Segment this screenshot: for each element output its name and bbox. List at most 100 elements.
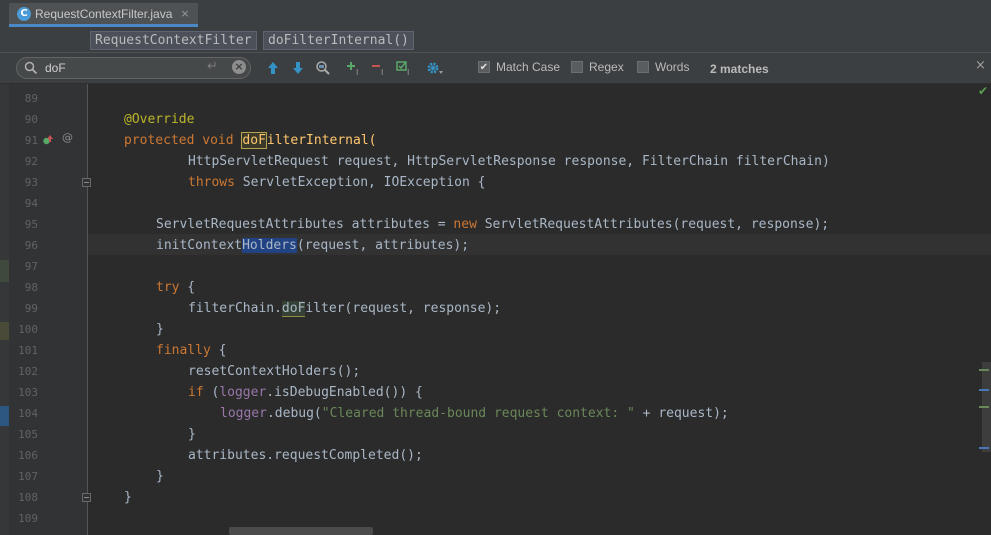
match-case-label: Match Case [496,60,561,74]
code-line-96: initContextHolders(request, attributes); [92,235,469,256]
code-line-105: } [92,424,196,445]
code-text: { [210,343,227,358]
line-number: 96 [24,239,38,252]
search-match: doF [281,301,306,317]
breadcrumb: RequestContextFilter doFilterInternal() [0,28,991,52]
line-number: 103 [18,386,38,399]
next-occurrence-icon[interactable] [289,59,307,77]
override-icon[interactable] [42,134,54,146]
code-text: filterChain. [188,301,282,316]
regex-checkbox[interactable] [571,61,583,73]
find-bar: ↵ × I I I [0,52,991,84]
field-reference: logger [219,385,267,400]
error-stripe-mark[interactable] [979,369,989,371]
code-text: resetContextHolders(); [188,364,361,379]
code-text: ServletException, IOException { [234,175,486,190]
match-case-checkbox[interactable]: ✔ [478,61,490,73]
enter-icon: ↵ [207,59,218,74]
search-icon[interactable] [24,61,38,75]
keyword: throws [188,175,235,190]
code-line-99: filterChain.doFilter(request, response); [92,298,501,319]
tool-strip-mark [0,322,9,340]
line-number: 95 [24,218,38,231]
search-match-current: doF [241,132,267,149]
regex-option[interactable]: Regex [571,60,624,74]
code-line-90: @Override [92,109,194,130]
line-number: 101 [18,344,38,357]
line-number: 92 [24,155,38,168]
line-number: 107 [18,470,38,483]
line-number: 106 [18,449,38,462]
fold-marker[interactable] [82,178,91,187]
code-line-101: finally { [92,340,226,361]
code-text: (request, attributes); [296,238,470,253]
tab-request-context-filter[interactable]: C RequestContextFilter.java × [9,3,198,27]
inspection-ok-icon[interactable]: ✔ [978,84,988,98]
text-selection: Holders [242,238,297,253]
code-editor[interactable]: 89 90 91 92 93 94 95 96 97 98 99 100 101… [0,84,991,535]
fold-marker[interactable] [82,493,91,502]
search-input[interactable] [45,60,205,76]
error-stripe-mark[interactable] [979,447,989,449]
tool-strip-mark [0,406,9,426]
keyword: try [156,280,180,295]
line-number: 100 [18,323,38,336]
code-text: } [124,490,132,505]
code-text: } [188,427,196,442]
search-box[interactable]: ↵ × [16,57,251,79]
code-text: HttpServletRequest request, HttpServletR… [188,154,830,169]
code-text: ( [203,385,220,400]
code-line-106: attributes.requestCompleted(); [92,445,423,466]
tool-strip [0,84,9,535]
editor-tab-bar: C RequestContextFilter.java × [0,0,991,29]
add-occurrence-icon[interactable]: I [345,59,363,77]
string-literal: "Cleared thread-bound request context: " [321,406,635,421]
remove-occurrence-icon[interactable]: I [370,59,388,77]
line-number: 99 [24,302,38,315]
code-line-104: logger.debug("Cleared thread-bound reque… [92,403,729,424]
code-text: } [156,469,164,484]
keyword: if [188,385,204,400]
code-text: ilter(request, response); [305,301,502,316]
match-case-option[interactable]: ✔ Match Case [478,60,560,74]
java-class-icon: C [17,6,31,21]
keyword: new [453,217,477,232]
breadcrumb-method[interactable]: doFilterInternal() [263,31,414,50]
line-number: 108 [18,491,38,504]
code-line-107: } [92,466,164,487]
settings-gear-icon[interactable] [426,59,444,77]
line-number: 90 [24,113,38,126]
line-number: 93 [24,176,38,189]
find-all-icon[interactable] [314,59,332,77]
horizontal-scrollbar[interactable] [229,527,373,535]
code-text: initContext [156,238,243,253]
words-option[interactable]: Words [637,60,689,74]
previous-occurrence-icon[interactable] [264,59,282,77]
breadcrumb-class[interactable]: RequestContextFilter [90,31,257,50]
clear-search-icon[interactable]: × [232,60,246,74]
select-all-occurrences-icon[interactable]: I [396,59,414,77]
code-text: ServletRequestAttributes attributes = [156,217,454,232]
code-line-102: resetContextHolders(); [92,361,360,382]
code-line-93: throws ServletException, IOException { [92,172,485,193]
error-stripe-mark[interactable] [979,406,989,408]
words-checkbox[interactable] [637,61,649,73]
svg-text:I: I [381,68,383,76]
error-stripe-mark[interactable] [979,389,989,391]
keyword: protected [124,133,195,148]
code-text: .debug( [266,406,322,421]
method-name: ilterInternal( [266,133,377,148]
code-text: } [156,322,164,337]
code-text: + request); [634,406,729,421]
match-count: 2 matches [710,62,769,76]
close-find-bar-icon[interactable]: × [975,58,986,73]
keyword: void [202,133,234,148]
close-tab-icon[interactable]: × [180,7,189,20]
code-line-108: } [92,487,132,508]
keyword: finally [156,343,211,358]
code-line-92: HttpServletRequest request, HttpServletR… [92,151,830,172]
tab-label: RequestContextFilter.java [35,6,173,21]
annotation-gutter-icon[interactable]: @ [62,130,73,146]
code-text: ServletRequestAttributes(request, respon… [476,217,830,232]
field-reference: logger [220,406,267,421]
